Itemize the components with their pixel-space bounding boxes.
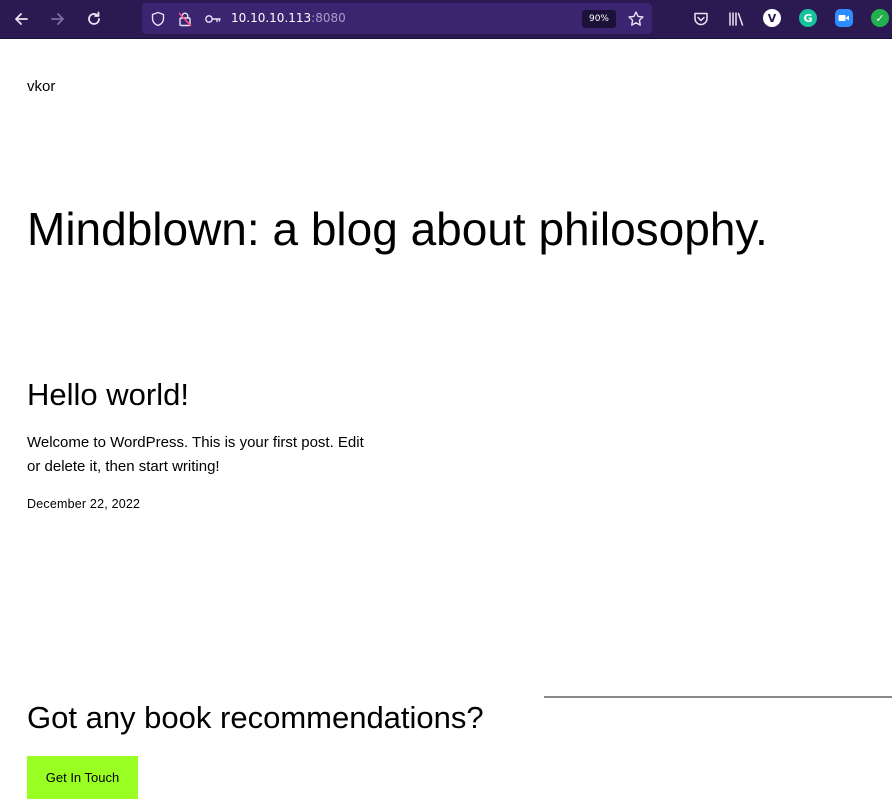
forward-arrow-icon[interactable] (45, 6, 71, 32)
post-date: December 22, 2022 (27, 497, 141, 511)
zoom-extension-icon[interactable] (835, 9, 853, 27)
bookmark-star-icon[interactable] (626, 9, 646, 29)
browser-toolbar: 10.10.10.113:8080 90% V G ✓ (0, 0, 892, 39)
key-icon[interactable] (203, 9, 223, 29)
post-excerpt: Welcome to WordPress. This is your first… (27, 434, 364, 475)
reload-icon[interactable] (81, 6, 107, 32)
url-host: 10.10.10.113 (231, 11, 312, 25)
get-in-touch-button[interactable]: Get In Touch (27, 756, 138, 799)
url-text[interactable]: 10.10.10.113:8080 (231, 11, 346, 25)
url-port: :8080 (311, 11, 346, 25)
back-arrow-icon[interactable] (8, 6, 34, 32)
site-title[interactable]: vkor (27, 78, 55, 95)
library-icon[interactable] (723, 6, 749, 32)
site-tagline-heading: Mindblown: a blog about philosophy. (27, 203, 768, 255)
tracking-shield-icon[interactable] (148, 9, 168, 29)
pocket-icon[interactable] (688, 6, 714, 32)
cta-heading: Got any book recommendations? (27, 700, 484, 735)
permissions-icon[interactable] (175, 9, 195, 29)
grammarly-extension-icon[interactable]: G (799, 9, 817, 27)
check-extension-icon[interactable]: ✓ (871, 9, 889, 27)
zoom-level-badge[interactable]: 90% (582, 10, 616, 28)
post-title[interactable]: Hello world! (27, 375, 189, 415)
url-bar[interactable]: 10.10.10.113:8080 90% (142, 3, 652, 34)
vimium-extension-icon[interactable]: V (763, 9, 781, 27)
divider (544, 696, 892, 698)
